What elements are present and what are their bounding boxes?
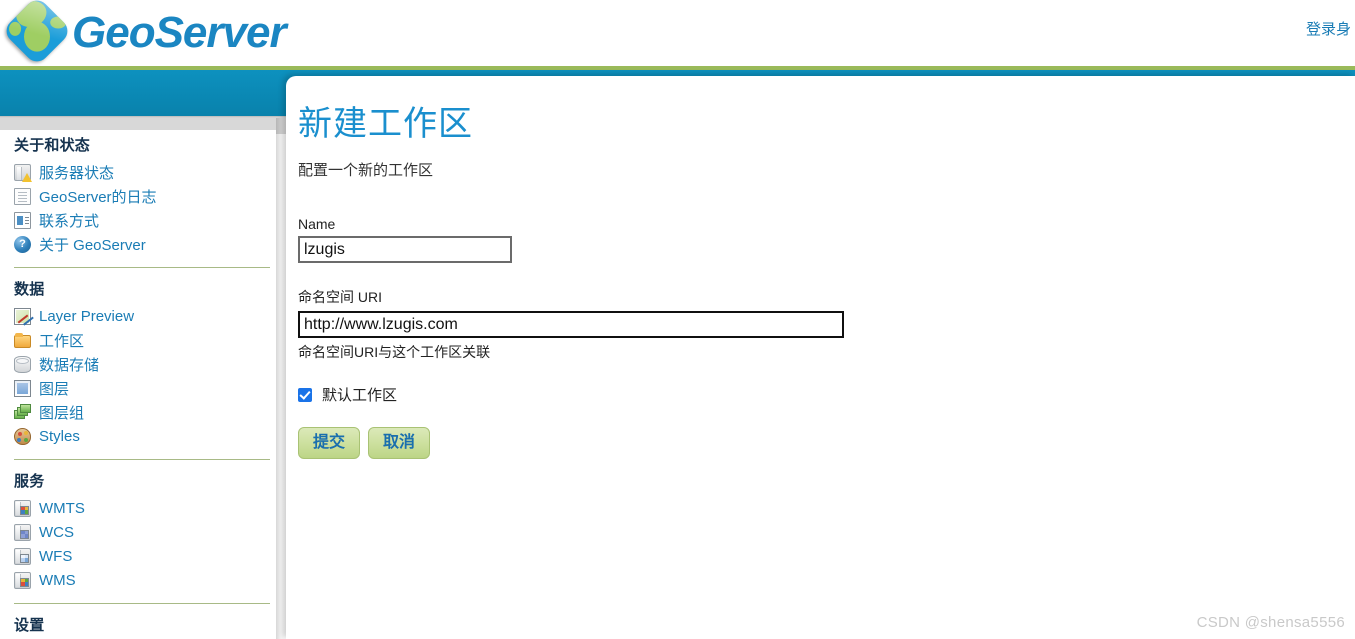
sidebar-item-layer-preview[interactable]: Layer Preview (14, 305, 276, 327)
sidebar-item-stores[interactable]: 数据存储 (14, 353, 276, 375)
folder-icon (14, 332, 31, 348)
sidebar-item-workspaces[interactable]: 工作区 (14, 329, 276, 351)
layer-icon (14, 379, 31, 397)
sidebar-item-label: Styles (39, 427, 80, 445)
logo-block[interactable]: GeoServer (1, 0, 287, 67)
sidebar-item-server-status[interactable]: 服务器状态 (14, 161, 276, 183)
sidebar-item-wmts[interactable]: WMTS (14, 497, 276, 519)
sidebar-item-about-geoserver[interactable]: ? 关于 GeoServer (14, 233, 276, 255)
sidebar-section-title-settings: 设置 (14, 617, 45, 634)
name-field-label: Name (298, 216, 336, 232)
help-circle-icon: ? (14, 235, 31, 253)
server-status-icon (14, 163, 32, 182)
login-link[interactable]: 登录身 (1306, 18, 1351, 39)
sidebar-item-label: 图层组 (39, 404, 85, 422)
sidebar-divider (14, 459, 270, 460)
sidebar-item-layer-groups[interactable]: 图层组 (14, 401, 276, 423)
sidebar-item-label: 工作区 (39, 332, 85, 350)
sidebar-item-label: 关于 GeoServer (39, 236, 146, 254)
sidebar-item-label: WCS (39, 523, 74, 541)
map-preview-icon (14, 307, 31, 325)
palette-icon (14, 427, 31, 445)
form-button-row: 提交 取消 (298, 427, 1355, 459)
sidebar-item-wms[interactable]: WMS (14, 569, 276, 591)
sidebar-divider (14, 603, 270, 604)
sidebar-item-label: 联系方式 (39, 212, 100, 230)
service-icon (14, 499, 31, 517)
uri-field-hint: 命名空间URI与这个工作区关联 (298, 344, 491, 360)
uri-field-label: 命名空间 URI (298, 289, 382, 305)
sidebar: 关于和状态 服务器状态 GeoServer的日志 联系方式 ? 关于 GeoSe… (0, 130, 276, 639)
sidebar-item-geoserver-logs[interactable]: GeoServer的日志 (14, 185, 276, 207)
database-icon (14, 355, 31, 373)
sidebar-section-title-services: 服务 (14, 473, 45, 490)
uri-field-block: 命名空间 URI 命名空间URI与这个工作区关联 (298, 287, 1355, 362)
sidebar-item-label: GeoServer的日志 (39, 188, 157, 206)
page-title: 新建工作区 (298, 105, 473, 143)
sidebar-item-styles[interactable]: Styles (14, 425, 276, 447)
contact-card-icon (14, 211, 31, 229)
name-field-block: Name (298, 216, 1355, 263)
sidebar-divider (14, 267, 270, 268)
page-subtitle: 配置一个新的工作区 (298, 162, 434, 179)
geoserver-page: GeoServer 登录身 关于和状态 服务器状态 GeoServer的日志 联… (0, 0, 1355, 639)
sidebar-item-label: WFS (39, 547, 73, 565)
service-icon (14, 523, 31, 541)
sidebar-item-label: WMTS (39, 499, 85, 517)
service-icon (14, 547, 31, 565)
name-input[interactable] (298, 236, 512, 263)
sidebar-item-contact[interactable]: 联系方式 (14, 209, 276, 231)
sidebar-item-label: 服务器状态 (39, 164, 115, 182)
sidebar-section-title-data: 数据 (14, 281, 45, 298)
default-workspace-row: 默认工作区 (298, 384, 1355, 405)
layer-group-icon (14, 403, 31, 421)
globe-icon (1, 0, 73, 67)
sidebar-item-layers[interactable]: 图层 (14, 377, 276, 399)
default-workspace-checkbox[interactable] (298, 387, 312, 402)
default-workspace-label: 默认工作区 (322, 387, 398, 404)
page-header: GeoServer 登录身 (0, 0, 1355, 70)
cancel-button[interactable]: 取消 (368, 427, 431, 459)
namespace-uri-input[interactable] (298, 311, 844, 338)
sidebar-item-label: Layer Preview (39, 307, 135, 325)
submit-button[interactable]: 提交 (298, 427, 361, 459)
watermark: CSDN @shensa5556 (1196, 614, 1345, 631)
sidebar-item-label: 数据存储 (39, 356, 100, 374)
sidebar-item-wcs[interactable]: WCS (14, 521, 276, 543)
sidebar-item-label: 图层 (39, 380, 70, 398)
log-document-icon (14, 187, 31, 205)
brand-title: GeoServer (72, 8, 287, 57)
sidebar-item-wfs[interactable]: WFS (14, 545, 276, 567)
sidebar-section-title-about: 关于和状态 (14, 137, 91, 154)
sidebar-item-label: WMS (39, 571, 76, 589)
service-icon (14, 571, 31, 589)
content-panel: 新建工作区 配置一个新的工作区 Name 命名空间 URI 命名空间URI与这个… (286, 76, 1355, 639)
